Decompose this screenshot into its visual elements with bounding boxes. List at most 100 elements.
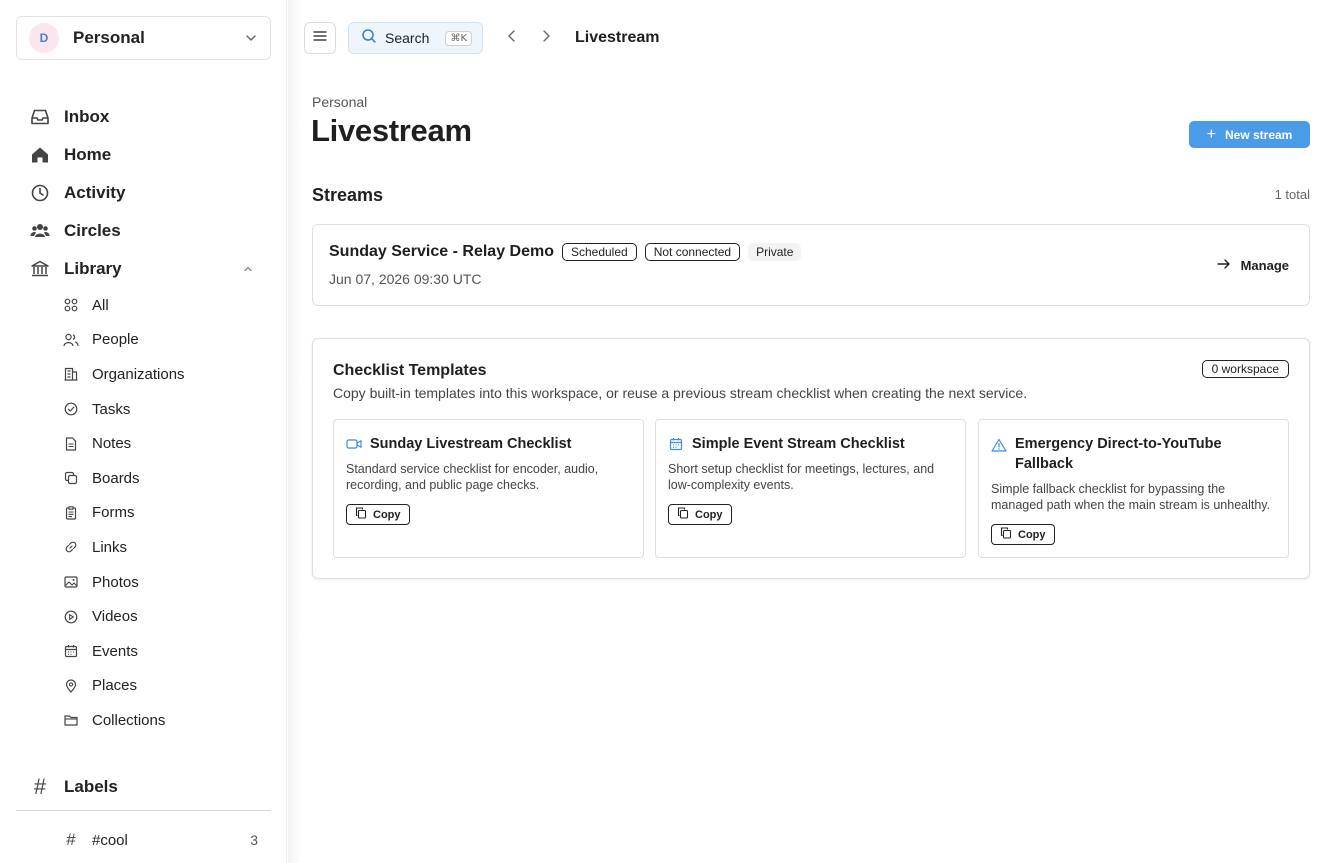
grid-icon xyxy=(62,296,80,314)
sidebar-item-organizations[interactable]: Organizations xyxy=(62,357,262,392)
sidebar-item-notes[interactable]: Notes xyxy=(62,426,262,461)
calendar-icon xyxy=(62,642,80,660)
new-stream-button[interactable]: + New stream xyxy=(1189,121,1310,148)
template-header: Sunday Livestream Checklist xyxy=(346,434,631,454)
sidebar-item-label: Circles xyxy=(64,221,121,240)
clock-icon xyxy=(28,181,52,205)
sidebar-item-people[interactable]: People xyxy=(62,323,262,358)
sidebar-item-circles[interactable]: Circles xyxy=(28,212,264,250)
people-group-icon xyxy=(28,219,52,243)
sidebar-item-label: Places xyxy=(92,677,138,695)
label-item[interactable]: # #cool 3 xyxy=(62,826,262,854)
checklist-templates-card: Checklist Templates Copy built-in templa… xyxy=(312,338,1310,579)
sidebar-item-videos[interactable]: Videos xyxy=(62,599,262,634)
workspace-count-badge: 0 workspace xyxy=(1201,360,1289,378)
search-button[interactable]: Search ⌘K xyxy=(348,22,483,54)
stream-date: Jun 07, 2026 09:30 UTC xyxy=(329,271,482,287)
sidebar-item-label: Activity xyxy=(64,183,126,202)
library-nav: All People Organizations Tasks Notes Boa… xyxy=(62,288,262,738)
status-badge-connection: Not connected xyxy=(644,243,741,261)
sidebar-item-collections[interactable]: Collections xyxy=(62,703,262,738)
chevron-up-icon[interactable] xyxy=(242,262,256,276)
divider xyxy=(16,810,271,811)
sidebar-item-links[interactable]: Links xyxy=(62,530,262,565)
home-icon xyxy=(28,143,52,167)
streams-total: 1 total xyxy=(1274,187,1310,202)
forward-button[interactable] xyxy=(535,27,557,49)
sidebar-item-label: Collections xyxy=(92,711,166,729)
sidebar-item-inbox[interactable]: Inbox xyxy=(28,98,264,136)
labels-heading[interactable]: # Labels xyxy=(28,770,264,804)
workspace-switcher[interactable]: D Personal xyxy=(16,16,271,60)
sidebar-item-photos[interactable]: Photos xyxy=(62,565,262,600)
top-bar: Search ⌘K Livestream xyxy=(304,22,660,54)
sidebar-item-label: Links xyxy=(92,538,128,556)
manage-button[interactable]: Manage xyxy=(1216,256,1289,275)
sidebar-item-library[interactable]: Library xyxy=(28,250,264,288)
sidebar-item-label: Tasks xyxy=(92,400,131,418)
template-card: Sunday Livestream Checklist Standard ser… xyxy=(333,419,644,558)
copy-label: Copy xyxy=(695,508,723,521)
building-icon xyxy=(62,365,80,383)
sidebar-item-activity[interactable]: Activity xyxy=(28,174,264,212)
search-icon xyxy=(361,28,377,49)
copy-icon xyxy=(677,507,689,522)
back-button[interactable] xyxy=(501,27,523,49)
sidebar-item-label: Library xyxy=(64,259,122,278)
sidebar: D Personal Inbox Home Activity Circles L… xyxy=(0,0,287,863)
template-description: Short setup checklist for meetings, lect… xyxy=(668,462,935,492)
template-name: Simple Event Stream Checklist xyxy=(692,436,905,452)
stream-name: Sunday Service - Relay Demo xyxy=(329,243,554,260)
video-icon xyxy=(346,436,362,452)
template-name: Emergency Direct-to-YouTube Fallback xyxy=(1015,436,1222,472)
stream-card[interactable]: Sunday Service - Relay Demo Scheduled No… xyxy=(312,224,1310,306)
sidebar-item-label: Notes xyxy=(92,435,132,453)
sidebar-item-label: Photos xyxy=(92,573,139,591)
sidebar-item-all[interactable]: All xyxy=(62,288,262,323)
sidebar-item-places[interactable]: Places xyxy=(62,669,262,704)
library-icon xyxy=(28,257,52,281)
sidebar-item-home[interactable]: Home xyxy=(28,136,264,174)
sidebar-item-label: Videos xyxy=(92,608,138,626)
sidebar-item-boards[interactable]: Boards xyxy=(62,461,262,496)
sidebar-item-tasks[interactable]: Tasks xyxy=(62,392,262,427)
copy-button[interactable]: Copy xyxy=(668,504,732,525)
topbar-title: Livestream xyxy=(575,29,660,46)
sidebar-toggle-button[interactable] xyxy=(304,22,336,54)
copy-button[interactable]: Copy xyxy=(346,504,410,525)
chevron-left-icon xyxy=(505,29,519,48)
main-content: Search ⌘K Livestream Personal Livestream… xyxy=(288,0,1334,863)
sidebar-item-forms[interactable]: Forms xyxy=(62,496,262,531)
sidebar-item-label: Forms xyxy=(92,504,135,522)
page-title: Livestream xyxy=(311,113,472,148)
new-stream-label: New stream xyxy=(1224,127,1293,142)
stream-title-row: Sunday Service - Relay Demo Scheduled No… xyxy=(329,243,802,261)
template-description: Standard service checklist for encoder, … xyxy=(346,462,599,492)
arrow-right-icon xyxy=(1216,256,1232,275)
label-count: 3 xyxy=(250,832,258,848)
labels-heading-label: Labels xyxy=(64,777,118,796)
play-circle-icon xyxy=(62,608,80,626)
inbox-icon xyxy=(28,105,52,129)
sidebar-item-label: Boards xyxy=(92,469,140,487)
template-header: Simple Event Stream Checklist xyxy=(668,434,953,454)
sidebar-item-label: Inbox xyxy=(64,107,110,126)
status-badge-scheduled: Scheduled xyxy=(561,243,637,261)
sidebar-item-label: Home xyxy=(64,145,112,164)
folder-icon xyxy=(62,711,80,729)
search-shortcut: ⌘K xyxy=(445,30,472,46)
copy-button[interactable]: Copy xyxy=(991,524,1055,545)
main-nav: Inbox Home Activity Circles Library xyxy=(28,98,264,288)
template-name: Sunday Livestream Checklist xyxy=(370,436,572,452)
sidebar-item-events[interactable]: Events xyxy=(62,634,262,669)
label-name: #cool xyxy=(92,831,128,849)
people-icon xyxy=(62,331,80,349)
template-header: Emergency Direct-to-YouTube Fallback xyxy=(991,434,1276,474)
copy-label: Copy xyxy=(373,508,401,521)
chevron-right-icon xyxy=(539,29,553,48)
copy-icon xyxy=(355,507,367,522)
streams-heading: Streams xyxy=(312,185,384,205)
note-icon xyxy=(62,435,80,453)
templates-subtitle: Copy built-in templates into this worksp… xyxy=(333,385,1028,401)
template-card: Emergency Direct-to-YouTube Fallback Sim… xyxy=(978,419,1289,558)
